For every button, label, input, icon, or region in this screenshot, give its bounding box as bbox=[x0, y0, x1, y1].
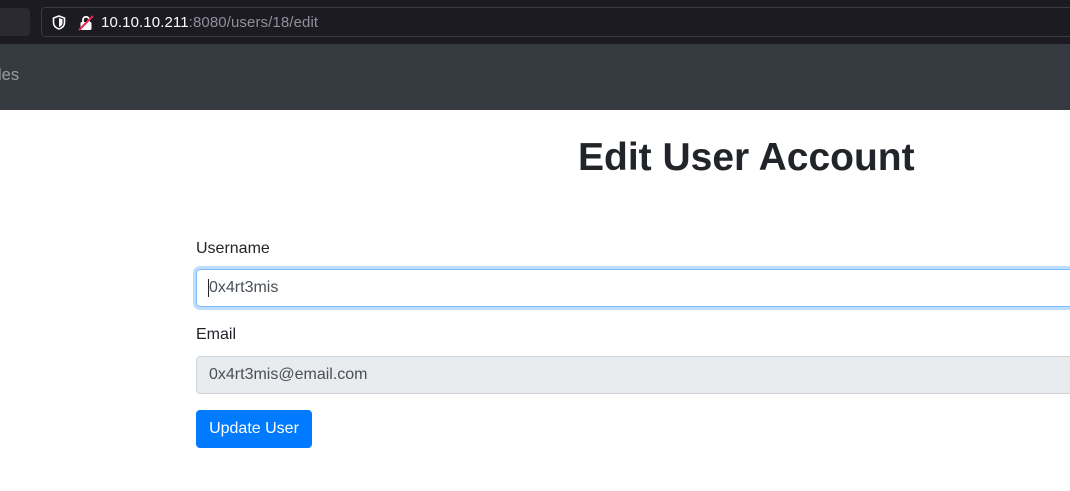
url-host: 10.10.10.211 bbox=[101, 14, 189, 31]
url-text[interactable]: 10.10.10.211:8080/users/18/edit bbox=[101, 14, 318, 32]
address-bar[interactable]: 10.10.10.211:8080/users/18/edit bbox=[41, 7, 1070, 37]
username-label: Username bbox=[196, 240, 270, 257]
url-path: :8080/users/18/edit bbox=[188, 14, 319, 31]
text-caret bbox=[208, 279, 209, 297]
email-label: Email bbox=[196, 326, 237, 343]
email-input[interactable]: 0x4rt3mis@email.com bbox=[196, 356, 1070, 394]
nav-link[interactable]: les bbox=[0, 66, 19, 85]
update-user-button[interactable]: Update User bbox=[196, 410, 312, 448]
shield-icon[interactable] bbox=[52, 15, 66, 30]
username-input[interactable]: 0x4rt3mis bbox=[196, 269, 1070, 307]
app-navbar: les bbox=[0, 44, 1070, 110]
browser-toolbar: 10.10.10.211:8080/users/18/edit bbox=[0, 0, 1070, 44]
insecure-lock-icon[interactable] bbox=[78, 15, 94, 31]
toolbar-button[interactable] bbox=[0, 8, 30, 36]
page-title: Edit User Account bbox=[578, 136, 915, 179]
